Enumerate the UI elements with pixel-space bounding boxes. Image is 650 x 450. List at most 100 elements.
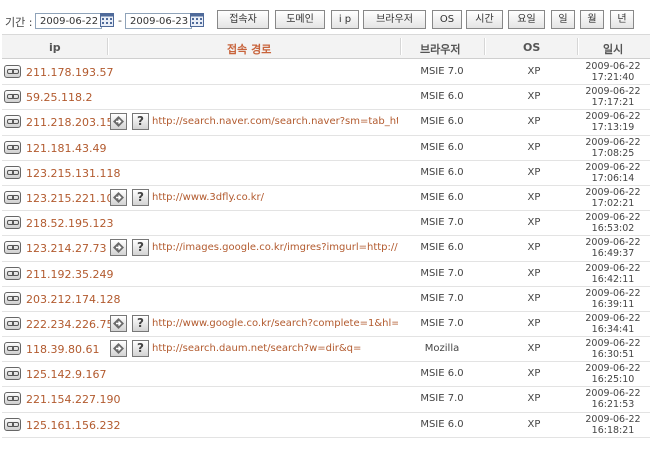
link-icon[interactable] [4, 65, 21, 78]
date-separator: - [118, 14, 122, 27]
os-value: XP [527, 217, 541, 229]
date-value: 2009-06-22 [585, 262, 641, 274]
datetime-value: 2009-06-22 17:13:19 [579, 111, 647, 133]
time-value: 16:18:21 [591, 424, 635, 436]
link-icon[interactable] [4, 392, 21, 406]
time-value: 16:39:11 [591, 298, 635, 310]
datetime-value: 2009-06-22 16:34:41 [579, 313, 647, 335]
browser-value: MSIE 6.0 [420, 116, 464, 128]
link-icon[interactable] [4, 316, 21, 330]
time-value: 16:42:11 [591, 273, 635, 285]
referrer-url[interactable]: http://search.daum.net/search?w=dir&q= [152, 343, 398, 354]
time-value: 16:53:02 [591, 223, 635, 235]
question-icon[interactable]: ? [132, 239, 149, 257]
link-icon[interactable] [4, 367, 21, 381]
ip-address[interactable]: 121.181.43.49 [26, 142, 106, 155]
browser-value: MSIE 7.0 [420, 66, 464, 77]
date-value: 2009-06-22 [585, 413, 641, 425]
os-value: XP [527, 166, 541, 178]
domain-button[interactable]: 도메인 [275, 10, 325, 29]
ip-address[interactable]: 59.25.118.2 [26, 91, 92, 104]
link-icon[interactable] [4, 241, 21, 255]
ip-address[interactable]: 218.52.195.123 [26, 217, 113, 230]
calendar-icon[interactable] [100, 12, 114, 27]
date-value: 2009-06-22 [585, 161, 641, 173]
date-value: 2009-06-22 [585, 111, 641, 123]
ip-address[interactable]: 125.142.9.167 [26, 368, 106, 381]
table-header: ip 접속 경로 브라우저 OS 일시 [2, 34, 650, 59]
question-icon[interactable]: ? [132, 188, 149, 206]
time-button[interactable]: 시간 [466, 10, 503, 29]
date-value: 2009-06-22 [585, 388, 641, 400]
link-icon[interactable] [4, 216, 21, 230]
link-icon[interactable] [4, 90, 21, 104]
table-row: 221.154.227.190 MSIE 7.0 XP 2009-06-22 16:21… [2, 387, 650, 413]
question-icon[interactable]: ? [132, 340, 149, 358]
os-value: XP [527, 343, 541, 355]
month-button[interactable]: 월 [580, 10, 604, 29]
os-value: XP [527, 91, 541, 103]
referrer-url[interactable]: http://www.google.co.kr/search?complete=… [152, 318, 398, 329]
datetime-value: 2009-06-22 16:21:53 [579, 388, 647, 410]
date-value: 2009-06-22 [585, 136, 641, 148]
datetime-value: 2009-06-22 16:42:11 [579, 263, 647, 285]
goto-arrow-icon[interactable] [110, 113, 127, 131]
ip-address[interactable]: 123.214.27.73 [26, 242, 106, 255]
browser-button[interactable]: 브라우저 [363, 10, 426, 29]
browser-value: MSIE 7.0 [420, 217, 464, 229]
ip-address[interactable]: 221.154.227.190 [26, 393, 120, 406]
date-value: 2009-06-22 [585, 287, 641, 299]
referrer-url[interactable]: http://www.3dfly.co.kr/ [152, 192, 398, 203]
datetime-value: 2009-06-22 17:17:21 [579, 86, 647, 108]
column-header-os: OS [523, 41, 541, 54]
time-value: 17:13:19 [591, 122, 635, 134]
visitor-button[interactable]: 접속자 [217, 10, 269, 29]
datetime-value: 2009-06-22 16:49:37 [579, 237, 647, 259]
ip-address[interactable]: 211.218.203.151 [26, 116, 120, 129]
link-icon[interactable] [4, 165, 21, 179]
os-value: XP [527, 267, 541, 279]
ip-address[interactable]: 211.178.193.57 [26, 66, 113, 79]
question-icon[interactable]: ? [132, 314, 149, 332]
day-button[interactable]: 일 [551, 10, 575, 29]
ip-address[interactable]: 123.215.221.106 [26, 192, 120, 205]
link-icon[interactable] [4, 190, 21, 204]
browser-value: MSIE 7.0 [420, 292, 464, 304]
date-value: 2009-06-22 [585, 186, 641, 198]
datetime-value: 2009-06-22 17:21:40 [579, 61, 647, 83]
ip-address[interactable]: 211.192.35.249 [26, 268, 113, 281]
link-icon[interactable] [4, 266, 21, 280]
calendar-icon[interactable] [190, 12, 204, 27]
ip-address[interactable]: 222.234.226.75 [26, 318, 113, 331]
table-row: 123.215.221.106? http://www.3dfly.co.kr/M… [2, 186, 650, 212]
os-value: XP [527, 393, 541, 405]
ip-address[interactable]: 203.212.174.128 [26, 293, 120, 306]
date-value: 2009-06-22 [585, 61, 641, 72]
referrer-url[interactable]: http://images.google.co.kr/imgres?imgurl… [152, 242, 398, 253]
link-icon[interactable] [4, 342, 21, 356]
year-button[interactable]: 년 [610, 10, 634, 29]
datetime-value: 2009-06-22 16:39:11 [579, 288, 647, 310]
link-icon[interactable] [4, 417, 21, 431]
goto-arrow-icon[interactable] [110, 340, 127, 358]
browser-value: Mozilla [424, 343, 460, 355]
os-value: XP [527, 368, 541, 380]
link-icon[interactable] [4, 291, 21, 305]
ip-address[interactable]: 125.161.156.232 [26, 419, 120, 432]
os-button[interactable]: OS [432, 10, 462, 29]
goto-arrow-icon[interactable] [110, 239, 127, 257]
date-from-input[interactable] [35, 13, 102, 29]
link-icon[interactable] [4, 140, 21, 154]
date-to-input[interactable] [125, 13, 192, 29]
question-icon[interactable]: ? [132, 113, 149, 131]
table-row: 125.161.156.232 MSIE 6.0 XP 2009-06-22 16:18… [2, 413, 650, 438]
weekday-button[interactable]: 요일 [508, 10, 545, 29]
link-icon[interactable] [4, 115, 21, 129]
goto-arrow-icon[interactable] [110, 314, 127, 332]
date-value: 2009-06-22 [585, 363, 641, 375]
goto-arrow-icon[interactable] [110, 188, 127, 206]
ip-address[interactable]: 118.39.80.61 [26, 343, 99, 356]
referrer-url[interactable]: http://search.naver.com/search.naver?sm=… [152, 116, 398, 127]
ip-button[interactable]: i p [331, 10, 359, 29]
ip-address[interactable]: 123.215.131.118 [26, 167, 120, 180]
